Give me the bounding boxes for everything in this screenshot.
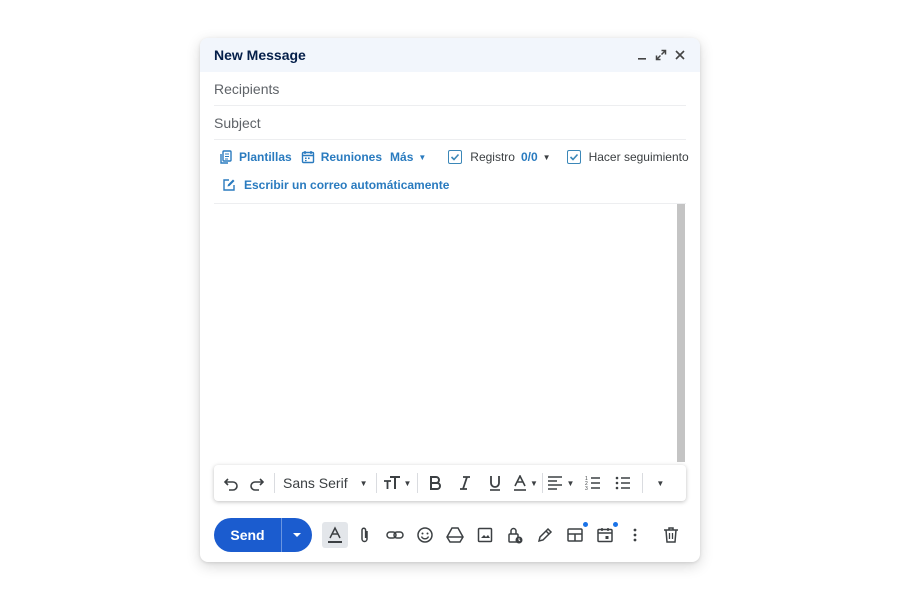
numbered-list-icon[interactable]: 123 (580, 469, 606, 497)
meetings-button[interactable]: Reuniones (301, 150, 382, 164)
subject-field[interactable] (214, 106, 686, 140)
follow-up-label: Hacer seguimiento (588, 150, 689, 164)
emoji-icon[interactable] (412, 522, 438, 548)
templates-icon (219, 150, 233, 164)
font-family-label: Sans Serif (283, 475, 348, 491)
calendar-icon (301, 150, 315, 164)
align-icon[interactable]: ▼ (547, 469, 574, 497)
checkmark-icon (451, 153, 460, 161)
undo-icon[interactable] (218, 469, 244, 497)
chevron-down-icon: ▼ (566, 478, 575, 488)
compose-window: New Message Plantillas Reuniones (200, 38, 700, 562)
recipients-field[interactable] (214, 72, 686, 106)
chevron-down-icon: ▼ (418, 152, 427, 162)
chevron-down-icon: ▼ (403, 478, 412, 488)
follow-up-checkbox[interactable] (566, 150, 581, 164)
register-checkbox[interactable] (448, 150, 463, 164)
formatting-toolbar: Sans Serif ▼ ▼ ▼ ▼ 123 ▼ (214, 465, 686, 501)
toolbar-divider (542, 473, 544, 493)
more-options-icon[interactable] (622, 522, 648, 548)
toolbar-divider (642, 473, 644, 493)
checkmark-icon (569, 153, 578, 161)
compose-header[interactable]: New Message (200, 38, 700, 72)
svg-text:3: 3 (585, 486, 588, 491)
send-button-group: Send (214, 518, 312, 552)
font-family-select[interactable]: Sans Serif ▼ (279, 469, 372, 497)
signature-icon[interactable] (532, 522, 558, 548)
register-label: Registro (470, 150, 515, 164)
compose-actions: Send (214, 518, 686, 552)
chevron-down-icon: ▼ (542, 152, 551, 162)
formatting-icon[interactable] (322, 522, 348, 548)
toolbar-divider (274, 473, 275, 493)
register-count-dropdown[interactable]: 0/0 ▼ (521, 150, 551, 164)
auto-write-row: Escribir un correo automáticamente (222, 178, 449, 192)
toolbar-divider (375, 473, 377, 493)
attach-icon[interactable] (352, 522, 378, 548)
auto-write-label: Escribir un correo automáticamente (244, 178, 450, 192)
send-options-button[interactable] (281, 518, 312, 552)
toolbar-divider (417, 473, 419, 493)
more-dropdown[interactable]: Más ▼ (390, 150, 426, 164)
chevron-down-icon: ▼ (656, 478, 665, 488)
chevron-down-icon: ▼ (359, 478, 368, 488)
chevron-down-icon (293, 533, 301, 537)
chevron-down-icon: ▼ (529, 478, 538, 488)
delete-icon[interactable] (658, 522, 684, 548)
close-icon[interactable] (672, 47, 688, 63)
underline-icon[interactable] (482, 469, 508, 497)
bulleted-list-icon[interactable] (610, 469, 636, 497)
text-color-icon[interactable]: ▼ (512, 469, 538, 497)
more-label: Más (390, 150, 414, 164)
bold-icon[interactable] (422, 469, 448, 497)
expand-icon[interactable] (653, 47, 669, 63)
recipients-input[interactable] (214, 80, 686, 97)
redo-icon[interactable] (244, 469, 270, 497)
register-count: 0/0 (520, 150, 538, 164)
layouts-icon[interactable] (562, 522, 588, 548)
meetings-label: Reuniones (320, 150, 383, 164)
message-body[interactable] (214, 204, 676, 462)
notification-dot (613, 522, 618, 527)
drive-icon[interactable] (442, 522, 468, 548)
more-formatting-icon[interactable]: ▼ (647, 469, 673, 497)
schedule-icon[interactable] (592, 522, 618, 548)
templates-label: Plantillas (239, 150, 292, 164)
photo-icon[interactable] (472, 522, 498, 548)
edit-icon (222, 178, 236, 192)
scrollbar[interactable] (677, 204, 685, 462)
italic-icon[interactable] (452, 469, 478, 497)
send-button[interactable]: Send (214, 518, 281, 552)
templates-button[interactable]: Plantillas (219, 150, 292, 164)
confidential-icon[interactable] (502, 522, 528, 548)
link-icon[interactable] (382, 522, 408, 548)
subject-input[interactable] (214, 114, 686, 131)
notification-dot (583, 522, 588, 527)
minimize-icon[interactable] (634, 47, 650, 63)
compose-title: New Message (214, 47, 306, 63)
font-size-icon[interactable]: ▼ (381, 469, 414, 497)
extension-toolbar: Plantillas Reuniones Más ▼ Registro 0/0 … (219, 150, 689, 164)
auto-write-button[interactable]: Escribir un correo automáticamente (222, 178, 449, 192)
